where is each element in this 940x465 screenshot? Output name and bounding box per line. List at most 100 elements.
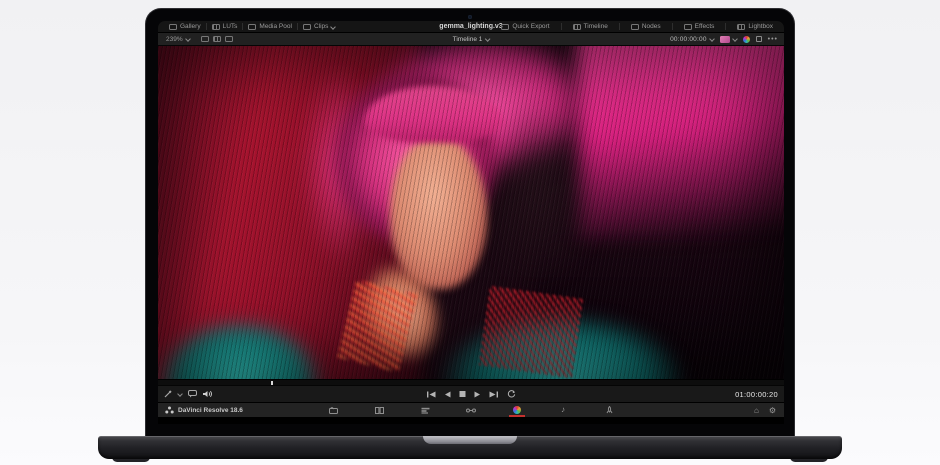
davinci-resolve-window: Gallery LUTs Media Pool Clips <box>158 21 784 424</box>
media-pool-button[interactable]: Media Pool <box>243 21 297 32</box>
color-page-button[interactable] <box>509 403 525 417</box>
gallery-icon <box>169 24 177 30</box>
lightbox-label: Lightbox <box>748 23 773 30</box>
viewer-toolbar-right: 00:00:00:00 ••• <box>670 36 778 43</box>
media-page-button[interactable] <box>325 403 341 417</box>
monitor-select[interactable] <box>720 36 737 43</box>
nodes-icon <box>631 24 639 30</box>
luts-button[interactable]: LUTs <box>207 21 243 32</box>
source-timecode-dropdown[interactable]: 00:00:00:00 <box>670 36 714 43</box>
project-settings-gear-button[interactable]: ⚙ <box>769 406 776 415</box>
display-bottom-bezel <box>158 417 784 424</box>
toolbar-divider <box>619 23 620 30</box>
more-options-button[interactable]: ••• <box>768 36 778 43</box>
lightbox-button[interactable]: Lightbox <box>732 23 778 30</box>
draw-tool-button[interactable] <box>164 390 172 398</box>
page-background: Gallery LUTs Media Pool Clips <box>0 0 940 465</box>
clips-label: Clips <box>314 23 328 30</box>
quick-export-label: Quick Export <box>512 23 549 30</box>
top-toolbar: Gallery LUTs Media Pool Clips <box>158 21 784 33</box>
page-tabs: ♪ <box>325 403 617 417</box>
app-version-label: DaVinci Resolve 18.6 <box>178 407 243 414</box>
app-version: DaVinci Resolve 18.6 <box>165 406 243 414</box>
deliver-page-button[interactable] <box>601 403 617 417</box>
cut-page-button[interactable] <box>371 403 387 417</box>
effects-icon <box>684 24 692 30</box>
photo-vignette <box>158 46 784 379</box>
transport-bar: 01:00:00:20 <box>158 385 784 402</box>
chevron-down-icon <box>733 37 737 41</box>
fairlight-page-icon: ♪ <box>561 406 565 414</box>
viewer-toolbar: 239% Timeline 1 00:00:00:00 <box>158 33 784 46</box>
fairlight-page-button[interactable]: ♪ <box>555 403 571 417</box>
viewer-zoom-select[interactable]: 239% <box>164 33 195 45</box>
davinci-resolve-logo <box>165 406 174 414</box>
toolbar-divider <box>725 23 726 30</box>
timeline-selector-label: Timeline 1 <box>453 36 483 43</box>
loop-playback-button[interactable] <box>508 390 516 398</box>
timeline-icon <box>573 24 581 30</box>
fusion-page-button[interactable] <box>463 403 479 417</box>
nodes-label: Nodes <box>642 23 661 30</box>
viewer-tools <box>164 390 213 398</box>
lightbox-icon <box>737 24 745 30</box>
toolbar-divider <box>561 23 562 30</box>
chevron-down-icon <box>186 37 190 41</box>
source-timecode: 00:00:00:00 <box>670 36 707 43</box>
edit-page-icon <box>421 407 430 414</box>
page-status-bar: DaVinci Resolve 18.6 <box>158 402 784 417</box>
deliver-page-icon <box>606 406 613 414</box>
project-manager-home-button[interactable]: ⌂ <box>754 406 759 415</box>
monitor-icon <box>720 36 730 43</box>
webcam-icon <box>468 15 472 19</box>
luts-label: LUTs <box>223 23 238 30</box>
volume-icon[interactable] <box>203 390 213 398</box>
quick-export-button[interactable]: Quick Export <box>496 23 554 30</box>
media-page-icon <box>329 407 338 414</box>
expand-viewer-icon[interactable] <box>756 36 762 42</box>
project-title: gemma_lighting.v3 <box>439 23 502 30</box>
viewer-tool-toggle-1[interactable] <box>201 36 209 42</box>
fusion-page-icon <box>466 407 476 414</box>
gallery-button[interactable]: Gallery <box>164 21 206 32</box>
clips-button[interactable]: Clips <box>298 21 340 32</box>
transport-controls <box>427 390 516 398</box>
macbook-base <box>98 436 842 459</box>
toolbar-divider <box>672 23 673 30</box>
viewer-image <box>158 46 784 379</box>
skip-to-start-button[interactable] <box>427 391 436 398</box>
status-bar-right: ⌂ ⚙ <box>754 406 776 415</box>
nodes-button[interactable]: Nodes <box>626 23 666 30</box>
stop-button[interactable] <box>460 391 466 397</box>
chevron-down-icon <box>331 25 335 29</box>
annotation-icon[interactable] <box>188 390 197 398</box>
color-page-icon <box>513 406 521 414</box>
play-button[interactable] <box>475 391 481 398</box>
lid-opening-notch <box>423 436 517 444</box>
media-pool-icon <box>248 24 256 30</box>
viewer-tool-toggle-2[interactable] <box>213 36 221 42</box>
timeline-label: Timeline <box>584 23 608 30</box>
edit-page-button[interactable] <box>417 403 433 417</box>
chevron-down-icon <box>178 392 182 396</box>
record-timecode: 01:00:00:20 <box>735 390 778 399</box>
effects-label: Effects <box>695 23 715 30</box>
color-wheel-icon[interactable] <box>743 36 750 43</box>
timeline-button[interactable]: Timeline <box>568 23 613 30</box>
chevron-down-icon <box>485 37 489 41</box>
media-pool-label: Media Pool <box>259 23 292 30</box>
viewer-tool-toggle-3[interactable] <box>225 36 233 42</box>
play-reverse-button[interactable] <box>445 391 451 398</box>
timeline-selector[interactable]: Timeline 1 <box>453 36 490 43</box>
effects-button[interactable]: Effects <box>679 23 720 30</box>
active-page-underline <box>509 415 525 417</box>
export-icon <box>501 24 509 30</box>
luts-icon <box>212 24 220 30</box>
clips-icon <box>303 24 311 30</box>
skip-to-end-button[interactable] <box>490 391 499 398</box>
viewer-zoom-value: 239% <box>166 36 183 43</box>
chevron-down-icon <box>710 37 714 41</box>
macbook-lid: Gallery LUTs Media Pool Clips <box>145 8 795 437</box>
cut-page-icon <box>375 407 384 414</box>
top-toolbar-right: Quick Export Timeline Nodes <box>496 23 778 30</box>
